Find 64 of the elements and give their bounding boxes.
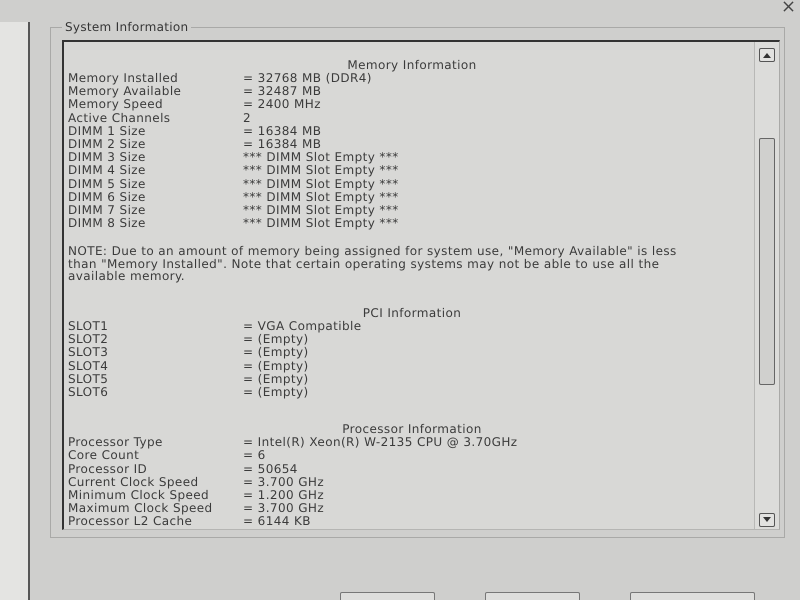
row-label: Active Channels xyxy=(68,112,172,125)
row-value: = 32768 MB (DDR4) xyxy=(243,72,372,86)
row-value: *** DIMM Slot Empty *** xyxy=(243,190,399,204)
row-value: = 16384 MB xyxy=(243,138,322,152)
row-label: DIMM 2 Size xyxy=(68,138,147,152)
row-value: = 6 xyxy=(243,449,266,463)
row-label: Processor Type xyxy=(68,436,164,450)
row-label: DIMM 8 Size xyxy=(68,217,147,230)
row-label: Memory Installed xyxy=(68,72,180,86)
row-label: DIMM 6 Size xyxy=(68,190,147,204)
row-label: SLOT5 xyxy=(68,372,110,386)
row-label: Core Count xyxy=(68,449,140,463)
row-value: = (Empty) xyxy=(243,333,309,346)
note-text: NOTE: Due to an amount of memory being assigned for system use, "Memory Available" is less than "Memory Installed". Note that certain operating systems may not be able to use all the available memory. xyxy=(68,245,678,283)
section-heading: Processor Information xyxy=(341,423,483,436)
section-heading: PCI Information xyxy=(362,306,462,320)
row-label: Memory Speed xyxy=(68,98,164,112)
row-value: = (Empty) xyxy=(243,372,309,386)
row-value: = 1.200 GHz xyxy=(243,488,324,502)
row-value: = 3.700 GHz xyxy=(243,476,324,489)
row-label: Maximum Clock Speed xyxy=(68,502,214,516)
row-value: = 3.700 GHz xyxy=(243,502,324,516)
row-label: DIMM 4 Size xyxy=(68,164,147,178)
scroll-up-button[interactable] xyxy=(759,48,775,62)
row-label: DIMM 5 Size xyxy=(68,178,147,191)
row-value: = (Empty) xyxy=(243,346,309,360)
row-label: Minimum Clock Speed xyxy=(68,488,210,502)
row-value: = VGA Compatible xyxy=(243,320,362,334)
row-label: Current Clock Speed xyxy=(68,476,200,489)
row-label: SLOT3 xyxy=(68,346,110,360)
row-value: *** DIMM Slot Empty *** xyxy=(243,164,399,178)
dialog-button[interactable] xyxy=(340,592,435,600)
row-label: SLOT2 xyxy=(68,333,110,346)
row-value: *** DIMM Slot Empty *** xyxy=(243,178,399,191)
row-value: = (Empty) xyxy=(243,386,309,400)
row-label: Processor ID xyxy=(68,462,148,476)
down-arrow-icon xyxy=(763,517,771,522)
row-label: DIMM 3 Size xyxy=(68,151,147,164)
scrollbar-thumb[interactable] xyxy=(759,138,775,385)
row-label: SLOT6 xyxy=(68,386,110,400)
row-value: 2 xyxy=(243,112,252,125)
row-value: = 32487 MB xyxy=(243,85,322,98)
row-value: = (Empty) xyxy=(243,360,309,373)
dialog-button[interactable] xyxy=(630,592,755,600)
row-value: = 16384 MB xyxy=(243,124,322,138)
row-value: *** DIMM Slot Empty *** xyxy=(243,217,399,230)
row-label: DIMM 7 Size xyxy=(68,204,147,218)
row-value: = 6144 KB xyxy=(243,515,311,529)
row-value: *** DIMM Slot Empty *** xyxy=(243,204,399,218)
row-label: Processor L2 Cache xyxy=(68,515,192,529)
row-label: SLOT1 xyxy=(68,320,110,334)
row-label: SLOT4 xyxy=(68,360,110,373)
row-value: = 2400 MHz xyxy=(243,98,321,112)
row-label: DIMM 1 Size xyxy=(68,124,147,138)
dialog-button[interactable] xyxy=(485,592,580,600)
scroll-down-button[interactable] xyxy=(759,512,775,527)
group-box-title: System Information xyxy=(64,20,190,34)
row-value: = Intel(R) Xeon(R) W-2135 CPU @ 3.70GHz xyxy=(243,436,518,450)
row-label: Memory Available xyxy=(68,85,182,98)
section-heading: Memory Information xyxy=(346,59,478,72)
row-value: = 50654 xyxy=(243,462,298,476)
up-arrow-icon xyxy=(763,52,771,58)
row-value: *** DIMM Slot Empty *** xyxy=(243,151,399,164)
close-icon[interactable] xyxy=(783,1,794,12)
